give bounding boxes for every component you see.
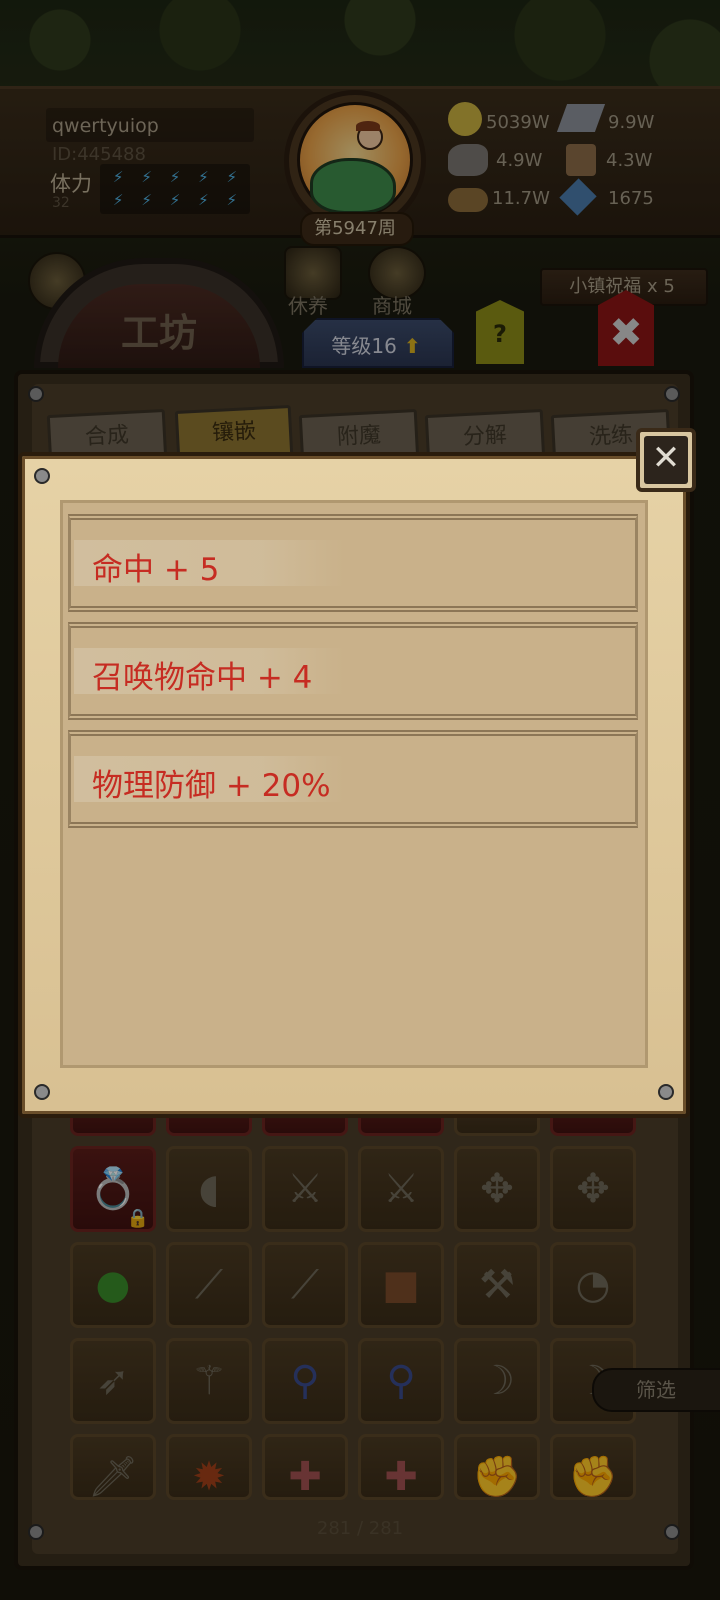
stat-text: 命中 + 5 xyxy=(92,552,220,588)
close-icon: ✕ xyxy=(651,438,681,478)
rivet-icon xyxy=(34,1084,50,1100)
rivet-icon xyxy=(34,468,50,484)
stat-text: 物理防御 + 20% xyxy=(92,768,331,804)
stat-text: 召唤物命中 + 4 xyxy=(92,660,313,696)
rivet-icon xyxy=(658,1084,674,1100)
